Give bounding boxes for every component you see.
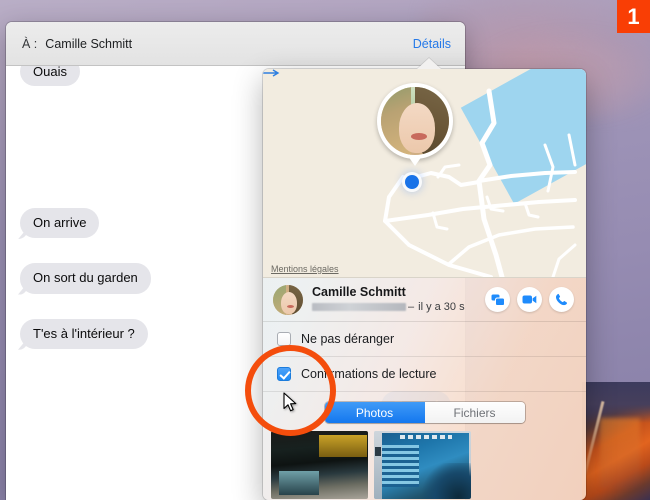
contact-text-block: Camille Schmitt – il y a 30 s [312,285,485,315]
clipped-message-bubble: Ouais [20,66,80,86]
attachment-grid [263,431,586,499]
message-bubble-incoming[interactable]: On arrive [20,208,99,238]
contact-name: Camille Schmitt [312,285,485,299]
segmented-control: Photos Fichiers [325,402,525,423]
photo-lips [411,133,427,140]
read-receipts-label: Confirmations de lecture [301,367,436,381]
thumbnail-side-strip [374,431,382,499]
message-bubble-incoming[interactable]: On sort du garden [20,263,151,293]
contact-action-buttons [485,287,574,312]
audio-call-button[interactable] [549,287,574,312]
screen-share-button[interactable] [485,287,510,312]
contact-status-line: – il y a 30 s [312,300,485,314]
option-row-do-not-disturb[interactable]: Ne pas déranger [263,322,586,357]
redacted-phone-number [312,303,406,311]
photo-thumbnail-2[interactable] [374,431,471,499]
details-popover: Mentions légales Camille Schmitt – il y … [263,69,586,500]
screen: 1 À : Camille Schmitt Détails Ouais 10/1… [0,0,650,500]
do-not-disturb-checkbox[interactable] [277,332,291,346]
popover-arrow [417,58,441,69]
avatar-lips [287,305,294,308]
avatar-face [281,292,297,314]
messages-toolbar: À : Camille Schmitt Détails [6,22,465,66]
to-field-label: À : [22,37,37,51]
map-legal-link[interactable]: Mentions légales [269,264,341,274]
photo-thumbnail-1[interactable] [271,431,368,499]
do-not-disturb-label: Ne pas déranger [301,332,394,346]
photo-face [399,103,435,153]
wallpaper-mountain-ridge [582,382,650,500]
last-seen-text: il y a 30 s [418,300,464,314]
attachments-tabs: Photos Fichiers [263,392,586,431]
message-bubble-incoming[interactable]: T'es à l'intérieur ? [20,319,148,349]
contact-photo-pin[interactable] [377,83,453,159]
step-number-badge: 1 [617,0,650,33]
thumbnail-wave [419,463,471,499]
recipient-name[interactable]: Camille Schmitt [45,37,132,51]
thumbnail-columns [379,445,419,487]
thumbnail-header [400,435,452,439]
current-location-dot [405,175,419,189]
avatar [273,285,303,315]
phone-icon [555,293,568,306]
contact-summary-row: Camille Schmitt – il y a 30 s [263,278,586,322]
tab-photos[interactable]: Photos [325,402,425,423]
tab-fichiers[interactable]: Fichiers [425,402,525,423]
option-row-read-receipts[interactable]: Confirmations de lecture [263,357,586,392]
contact-photo [381,87,449,155]
popover-body: Mentions légales Camille Schmitt – il y … [263,69,586,500]
read-receipts-checkbox[interactable] [277,367,291,381]
video-camera-icon [522,294,537,305]
wallpaper-ridge-detail [600,418,640,488]
details-button[interactable]: Détails [413,37,451,51]
location-map[interactable]: Mentions légales [263,69,586,278]
video-call-button[interactable] [517,287,542,312]
screen-share-icon [491,294,505,306]
status-separator: – [408,300,414,314]
location-heading-arrow [263,69,283,77]
